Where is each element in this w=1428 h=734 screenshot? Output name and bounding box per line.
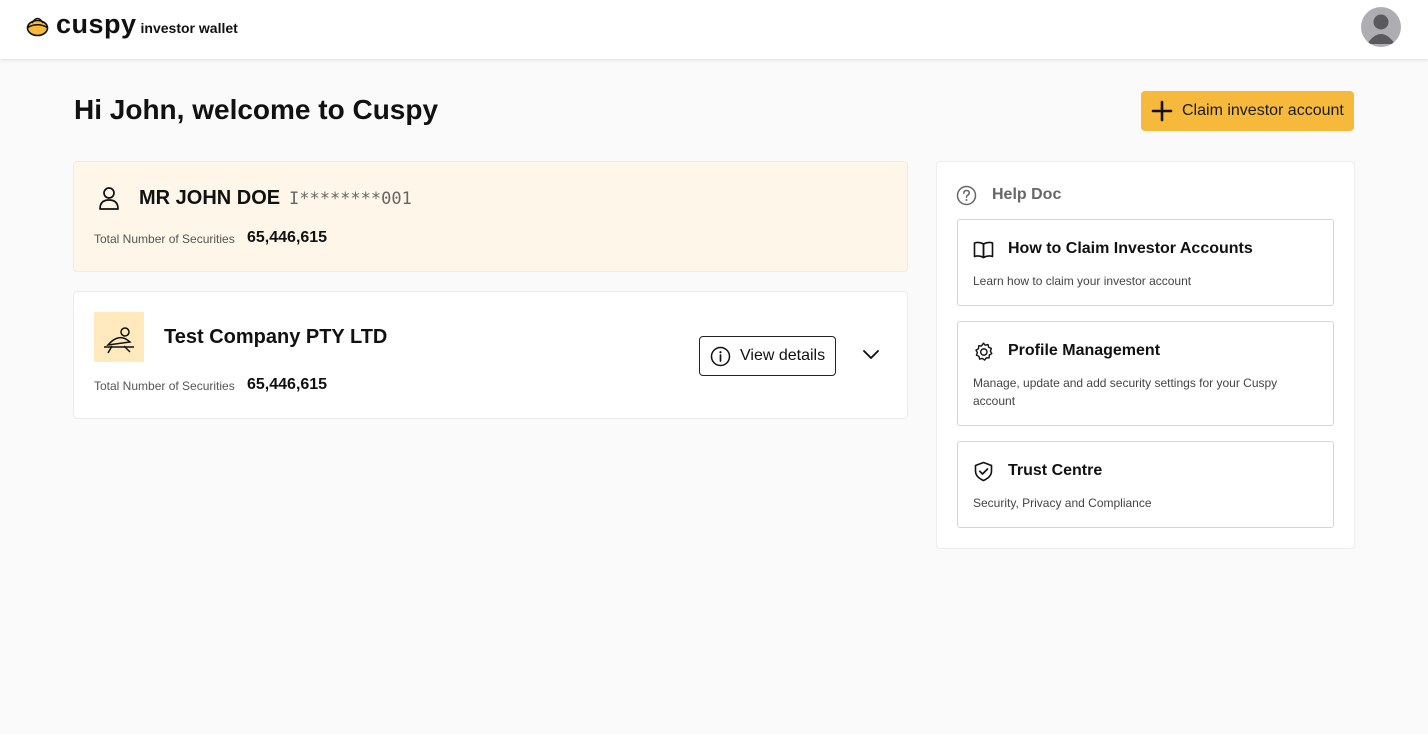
securities-label: Total Number of Securities <box>94 232 235 246</box>
investor-card <box>73 161 908 272</box>
company-logo-icon <box>104 327 134 354</box>
brand-name: cuspy <box>56 9 137 39</box>
avatar[interactable] <box>1361 7 1401 47</box>
help-item-title: Trust Centre <box>1008 462 1103 479</box>
brand[interactable]: cuspy investor wallet <box>26 10 238 38</box>
user-avatar-icon <box>1367 14 1395 44</box>
page-title: Hi John, welcome to Cuspy <box>74 94 439 125</box>
info-icon <box>710 346 731 366</box>
shield-check-icon <box>974 461 993 482</box>
help-item-claim-accounts[interactable]: How to Claim Investor Accounts Learn how… <box>957 219 1334 306</box>
company-name: Test Company PTY LTD <box>164 326 388 348</box>
chevron-down-icon[interactable] <box>861 345 881 365</box>
help-item-description: Security, Privacy and Compliance <box>973 496 1152 510</box>
help-item-title: How to Claim Investor Accounts <box>1008 240 1253 257</box>
investor-id: I********001 <box>289 189 412 209</box>
person-icon <box>99 187 119 210</box>
question-circle-icon <box>956 185 977 206</box>
book-icon <box>973 241 994 259</box>
view-details-button[interactable]: View details <box>699 336 836 376</box>
help-item-profile-management[interactable]: Profile Management Manage, update and ad… <box>957 321 1334 426</box>
gear-icon <box>975 342 993 361</box>
brand-subtitle: investor wallet <box>140 20 238 36</box>
help-item-trust-centre[interactable]: Trust Centre Security, Privacy and Compl… <box>957 441 1334 528</box>
view-details-label: View details <box>740 347 826 364</box>
help-item-description: Manage, update and add security settings… <box>973 376 1278 408</box>
company-securities-value: 65,446,615 <box>247 376 328 393</box>
investor-name: MR JOHN DOE <box>139 187 281 209</box>
claim-investor-account-button[interactable]: Claim investor account <box>1141 91 1354 131</box>
help-item-title: Profile Management <box>1008 342 1161 359</box>
company-securities-label: Total Number of Securities <box>94 379 235 393</box>
top-bar: cuspy investor wallet <box>0 0 1428 59</box>
plus-icon <box>1151 100 1173 122</box>
company-logo <box>94 312 144 362</box>
securities-value: 65,446,615 <box>247 229 328 246</box>
claim-button-label: Claim investor account <box>1182 102 1344 119</box>
cuspy-logo-icon <box>26 17 49 37</box>
help-item-description: Learn how to claim your investor account <box>973 274 1192 288</box>
help-doc-title: Help Doc <box>992 186 1062 203</box>
